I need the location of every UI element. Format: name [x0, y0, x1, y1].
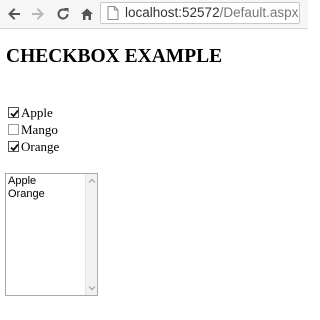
back-arrow-icon	[8, 8, 20, 20]
checkbox-label-mango: Mango	[21, 122, 58, 137]
checkbox-apple[interactable]	[8, 107, 19, 118]
checkbox-orange[interactable]	[8, 141, 19, 152]
url-text: localhost:52572/Default.aspx	[125, 5, 298, 21]
address-bar[interactable]: localhost:52572/Default.aspx	[100, 2, 300, 24]
checkmark-icon	[10, 143, 19, 152]
forward-button[interactable]	[28, 4, 48, 24]
reload-icon	[57, 8, 69, 20]
list-item[interactable]: Apple	[8, 175, 45, 188]
checkbox-mango[interactable]	[8, 124, 19, 135]
home-button[interactable]	[77, 4, 97, 24]
page-icon	[107, 6, 119, 20]
list-item[interactable]: Orange	[8, 188, 45, 201]
url-path: /Default.aspx	[219, 5, 299, 20]
reload-button[interactable]	[53, 4, 73, 24]
listbox-scrollbar[interactable]	[85, 174, 97, 295]
checkmark-icon	[10, 109, 19, 118]
url-host: localhost:52572	[125, 5, 220, 20]
checkbox-label-apple: Apple	[21, 105, 53, 120]
page-title: CHECKBOX EXAMPLE	[6, 46, 223, 67]
listbox-items: Apple Orange	[8, 175, 45, 201]
back-button[interactable]	[4, 4, 24, 24]
selected-fruits-listbox[interactable]: Apple Orange	[5, 173, 98, 296]
scroll-up-arrow-icon[interactable]	[88, 177, 96, 185]
checkbox-label-orange: Orange	[21, 139, 60, 154]
forward-arrow-icon	[32, 8, 44, 20]
checkbox-row-orange: Orange	[8, 139, 59, 154]
browser-toolbar: localhost:52572/Default.aspx	[0, 0, 308, 29]
checkbox-row-mango: Mango	[8, 122, 58, 137]
home-icon	[81, 8, 93, 20]
checkbox-row-apple: Apple	[8, 105, 53, 120]
scroll-down-arrow-icon[interactable]	[88, 284, 96, 292]
